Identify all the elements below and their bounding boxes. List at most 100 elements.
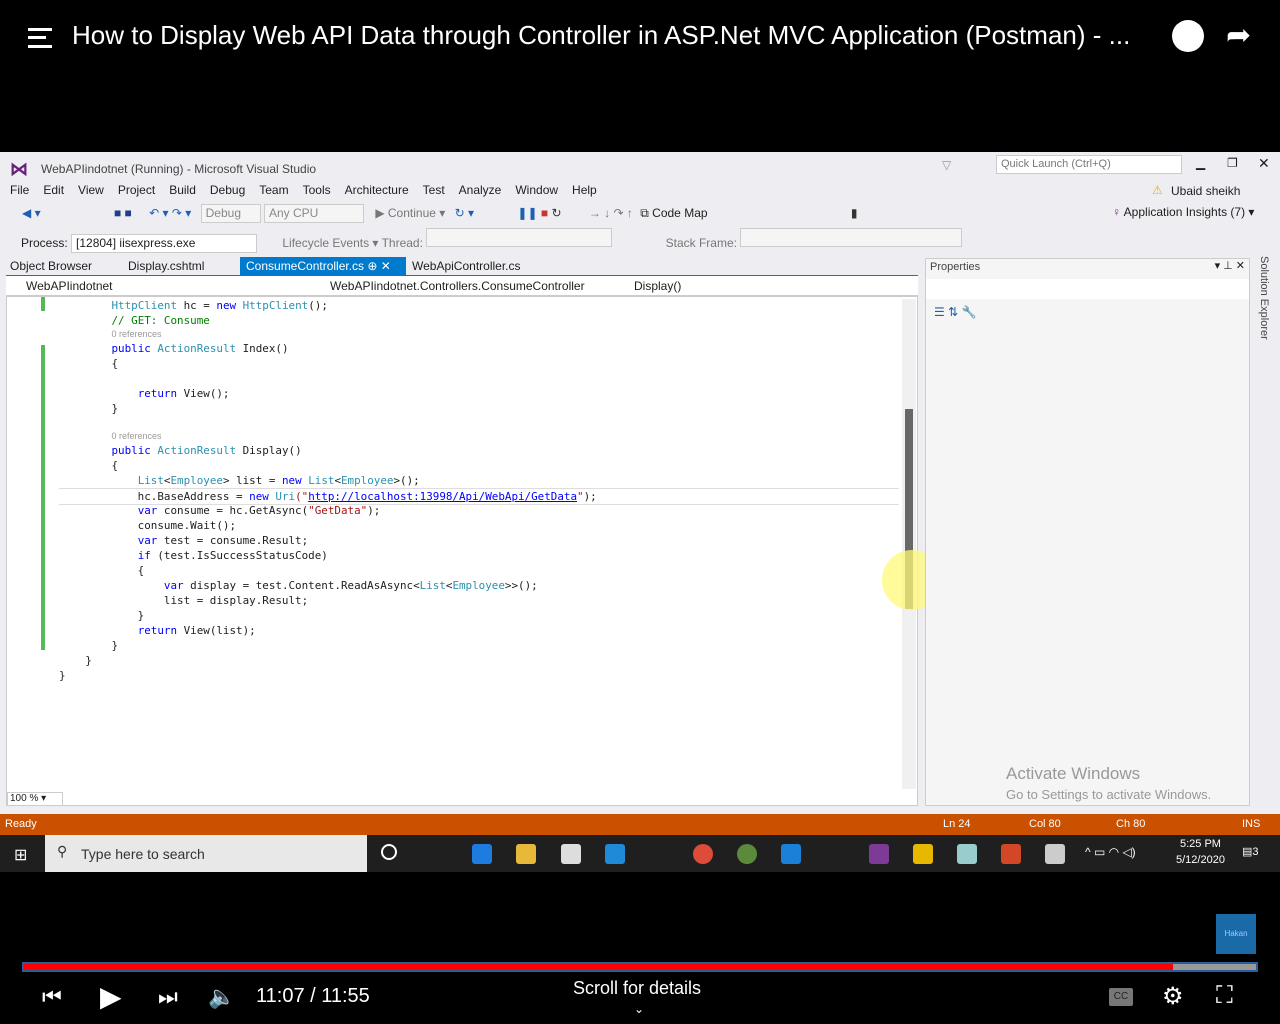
- vscode-icon[interactable]: [781, 844, 801, 864]
- code-line[interactable]: var test = consume.Result;: [59, 533, 308, 548]
- tab-object-browser[interactable]: Object Browser: [4, 257, 98, 275]
- code-line[interactable]: HttpClient hc = new HttpClient();: [59, 298, 327, 313]
- code-map-button[interactable]: ⧉ Code Map: [640, 206, 707, 220]
- menu-build[interactable]: Build: [162, 183, 203, 197]
- zoom-dropdown[interactable]: 100 % ▾: [7, 792, 63, 806]
- code-line[interactable]: return View();: [59, 386, 230, 401]
- window-icon[interactable]: [1045, 844, 1065, 864]
- visual-studio-icon[interactable]: [869, 844, 889, 864]
- vertical-scrollbar[interactable]: [902, 299, 916, 789]
- powerpoint-icon[interactable]: [1001, 844, 1021, 864]
- menu-edit[interactable]: Edit: [36, 183, 71, 197]
- captions-icon[interactable]: CC: [1109, 988, 1133, 1006]
- solution-explorer-tab[interactable]: Solution Explorer: [1258, 256, 1270, 340]
- code-line[interactable]: public ActionResult Index(): [59, 341, 288, 356]
- code-line[interactable]: List<Employee> list = new List<Employee>…: [59, 473, 420, 488]
- android-studio-icon[interactable]: [737, 844, 757, 864]
- mail-icon[interactable]: [605, 844, 625, 864]
- user-account[interactable]: Ubaid sheikh: [1171, 184, 1240, 198]
- file-explorer-icon[interactable]: [516, 844, 536, 864]
- close-tab-icon[interactable]: ✕: [381, 259, 391, 273]
- video-title[interactable]: How to Display Web API Data through Cont…: [72, 20, 1130, 51]
- code-line[interactable]: 0 references: [59, 429, 161, 444]
- platform-dropdown[interactable]: Any CPU: [263, 204, 364, 223]
- code-token[interactable]: 0 references: [111, 329, 161, 339]
- exit-fullscreen-icon[interactable]: ⛶: [1216, 982, 1233, 1010]
- back-icon[interactable]: ◀ ▾: [22, 206, 41, 220]
- sort-icons[interactable]: ☰ ⇅ 🔧: [934, 305, 976, 319]
- edge-icon[interactable]: [472, 844, 492, 864]
- pause-icon[interactable]: ❚❚: [517, 206, 537, 220]
- menu-debug[interactable]: Debug: [203, 183, 252, 197]
- progress-bar[interactable]: [22, 962, 1258, 972]
- code-line[interactable]: // GET: Consume: [59, 313, 209, 328]
- restore-button[interactable]: ❐: [1227, 156, 1238, 170]
- previous-button[interactable]: ⏮: [42, 984, 62, 1010]
- playlist-icon[interactable]: [28, 28, 52, 48]
- process-dropdown[interactable]: [12804] iisexpress.exe: [71, 234, 258, 253]
- code-line[interactable]: }: [59, 638, 118, 653]
- code-line[interactable]: 0 references: [59, 327, 161, 342]
- menu-project[interactable]: Project: [111, 183, 162, 197]
- code-line[interactable]: var consume = hc.GetAsync("GetData");: [59, 503, 381, 518]
- thread-dropdown[interactable]: [426, 228, 613, 247]
- menu-window[interactable]: Window: [508, 183, 565, 197]
- lifecycle-events[interactable]: Lifecycle Events: [282, 236, 369, 250]
- undo-icon[interactable]: ↶ ▾ ↷ ▾: [149, 206, 191, 220]
- code-line[interactable]: }: [59, 608, 145, 623]
- scroll-for-details[interactable]: Scroll for details: [573, 978, 701, 999]
- panel-controls[interactable]: ▾ ⊥ ✕: [1215, 259, 1245, 272]
- chrome-icon[interactable]: [693, 844, 713, 864]
- menu-tools[interactable]: Tools: [296, 183, 338, 197]
- step-icons[interactable]: → ↓ ↷ ↑: [589, 206, 633, 220]
- menu-view[interactable]: View: [71, 183, 111, 197]
- menu-file[interactable]: File: [3, 183, 36, 197]
- stop-icon[interactable]: ■: [541, 206, 548, 220]
- code-line[interactable]: }: [59, 653, 92, 668]
- settings-icon[interactable]: ⚙: [1162, 982, 1184, 1011]
- code-line[interactable]: return View(list);: [59, 623, 256, 638]
- code-line[interactable]: {: [59, 356, 118, 371]
- code-line[interactable]: {: [59, 458, 118, 473]
- watch-later-icon[interactable]: [1172, 20, 1204, 52]
- member-dropdown[interactable]: Display(): [634, 279, 681, 293]
- menu-architecture[interactable]: Architecture: [338, 183, 416, 197]
- code-line[interactable]: {: [59, 563, 145, 578]
- bookmark-icon[interactable]: ▮: [851, 206, 858, 220]
- stack-frame-dropdown[interactable]: [740, 228, 963, 247]
- next-button[interactable]: ⏭: [158, 984, 178, 1010]
- clock-time[interactable]: 5:25 PM: [1180, 838, 1221, 850]
- code-token[interactable]: 0 references: [111, 431, 161, 441]
- menu-help[interactable]: Help: [565, 183, 604, 197]
- code-editor[interactable]: HttpClient hc = new HttpClient(); // GET…: [6, 296, 942, 806]
- menu-test[interactable]: Test: [416, 183, 452, 197]
- powerbi-icon[interactable]: [913, 844, 933, 864]
- minimize-button[interactable]: ▁: [1196, 156, 1205, 170]
- config-dropdown[interactable]: Debug: [200, 204, 261, 223]
- cortana-icon[interactable]: [381, 844, 397, 860]
- tab-display-cshtml[interactable]: Display.cshtml: [122, 257, 210, 275]
- code-line[interactable]: consume.Wait();: [59, 518, 236, 533]
- tab-consume-controller[interactable]: ConsumeController.cs ⊕ ✕: [240, 257, 406, 275]
- store-icon[interactable]: [561, 844, 581, 864]
- close-button[interactable]: ✕: [1258, 155, 1270, 172]
- app-insights-button[interactable]: ♀ Application Insights (7) ▾: [1112, 205, 1254, 219]
- play-button[interactable]: ▶: [100, 980, 122, 1013]
- code-line[interactable]: public ActionResult Display(): [59, 443, 301, 458]
- clock-date[interactable]: 5/12/2020: [1176, 854, 1225, 866]
- volume-icon[interactable]: 🔈: [208, 984, 235, 1010]
- code-line[interactable]: var display = test.Content.ReadAsAsync<L…: [59, 578, 538, 593]
- code-link[interactable]: http://localhost:13998/Api/WebApi/GetDat…: [308, 490, 577, 503]
- notifications-icon[interactable]: ▤3: [1242, 845, 1259, 858]
- project-dropdown[interactable]: WebAPIindotnet: [26, 279, 113, 293]
- class-dropdown[interactable]: WebAPIindotnet.Controllers.ConsumeContro…: [330, 279, 585, 293]
- taskbar-search[interactable]: ⚲ Type here to search: [45, 835, 367, 872]
- code-line[interactable]: if (test.IsSuccessStatusCode): [59, 548, 328, 563]
- system-tray-icons[interactable]: ^ ▭ ◠ ◁): [1085, 845, 1136, 859]
- code-line[interactable]: list = display.Result;: [59, 593, 308, 608]
- menu-team[interactable]: Team: [252, 183, 295, 197]
- channel-watermark[interactable]: Hakan: [1216, 914, 1256, 954]
- start-button[interactable]: ⊞: [14, 845, 27, 865]
- chevron-down-icon[interactable]: ⌄: [634, 1002, 644, 1016]
- save-icon[interactable]: ■ ■: [114, 206, 132, 220]
